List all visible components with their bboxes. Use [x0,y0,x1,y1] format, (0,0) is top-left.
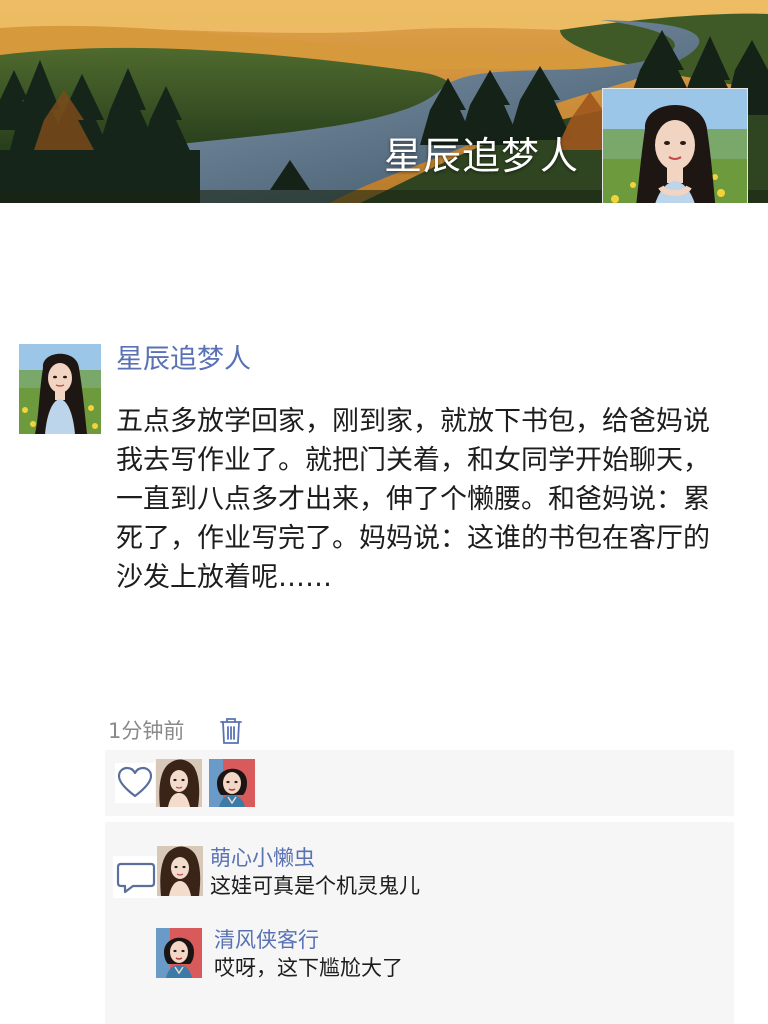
heart-glyph [115,763,155,803]
like-avatar[interactable] [209,759,255,807]
post-timestamp: 1分钟前 [108,719,185,743]
comment-avatar[interactable] [157,846,203,896]
profile-avatar[interactable] [602,88,748,203]
avatar-girl-curly-hair [156,759,202,807]
comment-text: 这娃可真是个机灵鬼儿 [210,874,420,898]
comments-panel: 萌心小懒虫 这娃可真是个机灵鬼儿 清风侠客行 哎呀，这下尴尬大了 [105,822,734,1024]
likes-panel [105,750,734,816]
avatar-girl-curly-hair [157,846,203,896]
comment-username[interactable]: 萌心小懒虫 [210,844,315,872]
profile-nickname: 星辰追梦人 [384,134,580,178]
avatar-girl-red-background [209,759,255,807]
avatar-portrait [19,344,101,434]
cover-image[interactable]: 星辰追梦人 [0,0,768,203]
avatar-portrait [603,89,747,203]
comment-glyph [113,856,159,898]
trash-glyph [220,718,242,744]
like-avatar[interactable] [156,759,202,807]
post-author-avatar[interactable] [19,344,101,434]
comment-avatar[interactable] [156,928,202,978]
comment-username[interactable]: 清风侠客行 [214,926,319,954]
post-author-name[interactable]: 星辰追梦人 [116,340,251,380]
comment-bubble-icon [113,856,159,898]
moments-page: 星辰追梦人 星辰追梦人 五点多放学回家，刚到家，就放下书包，给爸妈说我去写作业了… [0,0,768,1024]
trash-icon[interactable] [219,716,243,746]
post-content: 五点多放学回家，刚到家，就放下书包，给爸妈说我去写作业了。就把门关着，和女同学开… [116,406,710,593]
comment-text: 哎呀，这下尴尬大了 [214,956,403,980]
heart-icon [115,763,155,803]
avatar-girl-red-background [156,928,202,978]
